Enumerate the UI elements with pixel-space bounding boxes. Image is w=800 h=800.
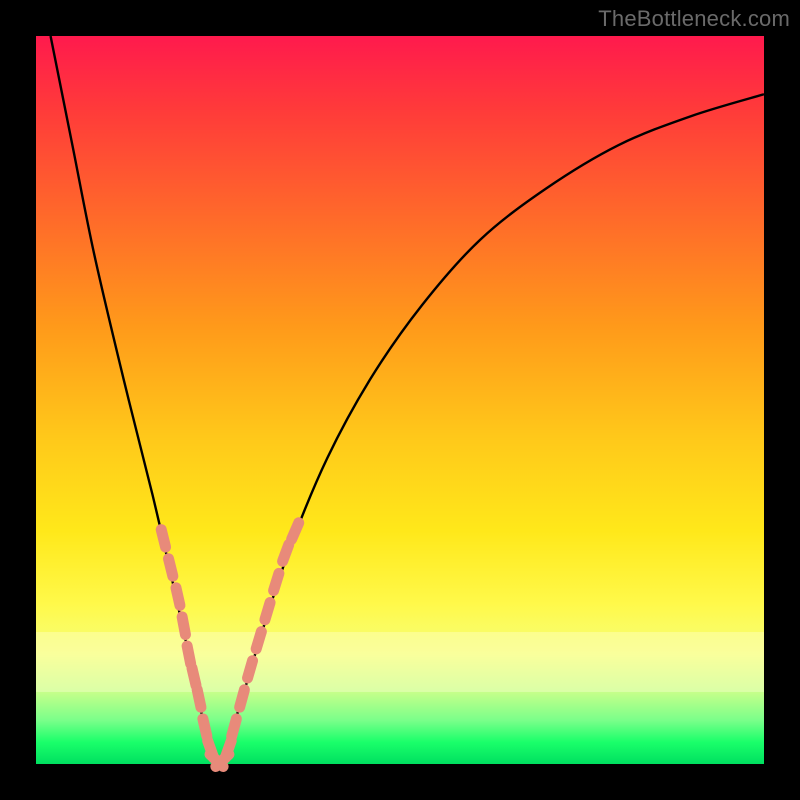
marker-segment [256, 632, 261, 649]
marker-segment [240, 690, 245, 707]
chart-stage: TheBottleneck.com [0, 0, 800, 800]
marker-segment [176, 588, 180, 606]
marker-segment [203, 719, 207, 737]
marker-segment [265, 602, 270, 619]
marker-segment [197, 690, 201, 708]
watermark-text: TheBottleneck.com [598, 6, 790, 32]
marker-segment [182, 617, 185, 635]
marker-segment [192, 668, 196, 686]
marker-segment [232, 719, 237, 736]
marker-segment [187, 646, 191, 664]
marker-segment [248, 661, 253, 678]
marker-segment [161, 530, 165, 547]
bottleneck-curve [36, 36, 764, 764]
marker-layer [161, 523, 299, 767]
marker-segment [283, 544, 289, 561]
marker-segment [168, 559, 172, 576]
marker-segment [225, 741, 231, 758]
marker-segment [292, 523, 299, 540]
plot-area [36, 36, 764, 764]
marker-segment [274, 573, 279, 590]
